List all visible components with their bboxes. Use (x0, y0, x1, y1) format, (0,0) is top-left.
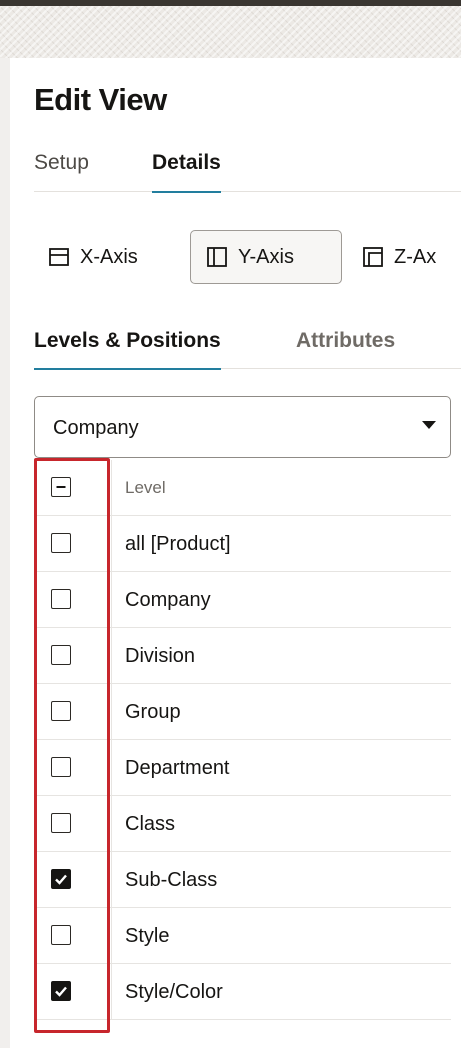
checkmark-icon (55, 874, 67, 885)
level-label: Class (125, 813, 176, 835)
y-axis-button[interactable]: Y-Axis (190, 230, 342, 284)
list-item[interactable]: all [Product] (34, 516, 451, 572)
level-checkbox[interactable] (51, 813, 71, 833)
list-item[interactable]: Division (34, 628, 451, 684)
page-title: Edit View (34, 82, 167, 117)
list-item[interactable]: Class (34, 796, 451, 852)
levels-header-row: Level (34, 460, 451, 516)
level-column-header: Level (125, 478, 166, 497)
level-checkbox[interactable] (51, 701, 71, 721)
level-label: Department (125, 757, 230, 779)
select-all-checkbox[interactable] (51, 477, 71, 497)
label-cell: Level (112, 460, 451, 516)
z-axis-icon (363, 247, 383, 267)
list-item[interactable]: Group (34, 684, 451, 740)
caret-down-icon[interactable] (422, 421, 436, 429)
header-background-texture (0, 6, 461, 58)
tab-attributes[interactable]: Attributes (296, 323, 395, 369)
level-subtabs: Levels & Positions Attributes (34, 323, 461, 370)
hierarchy-select[interactable]: Company (34, 396, 451, 458)
axis-selector: X-Axis Y-Axis Z-Ax (34, 230, 461, 284)
level-checkbox[interactable] (51, 589, 71, 609)
level-label: Company (125, 589, 211, 611)
x-axis-button[interactable]: X-Axis (34, 230, 174, 284)
level-checkbox[interactable] (51, 925, 71, 945)
level-checkbox[interactable] (51, 869, 71, 889)
left-gutter (0, 58, 10, 1048)
level-label: Sub-Class (125, 869, 218, 891)
edit-view-panel: Edit View Setup Details X-Axis Y-Axis Z-… (10, 58, 461, 1048)
list-item[interactable]: Company (34, 572, 451, 628)
y-axis-label: Y-Axis (238, 245, 294, 268)
level-checkbox[interactable] (51, 757, 71, 777)
x-axis-label: X-Axis (80, 245, 138, 268)
tab-details[interactable]: Details (152, 148, 221, 193)
level-checkbox[interactable] (51, 533, 71, 553)
y-axis-icon (207, 247, 227, 267)
levels-list: Level all [Product] Company Division Gro… (34, 460, 451, 1048)
z-axis-button[interactable]: Z-Ax (352, 230, 461, 284)
list-item[interactable]: Department (34, 740, 451, 796)
level-checkbox[interactable] (51, 981, 71, 1001)
list-item[interactable]: Sub-Class (34, 852, 451, 908)
z-axis-label: Z-Ax (394, 245, 437, 268)
tab-setup[interactable]: Setup (34, 148, 89, 192)
tab-levels-positions[interactable]: Levels & Positions (34, 323, 221, 370)
level-checkbox[interactable] (51, 645, 71, 665)
checkbox-cell (34, 460, 112, 516)
level-label: Group (125, 701, 181, 723)
indeterminate-dash-icon (56, 486, 66, 488)
main-tabs: Setup Details (34, 148, 461, 193)
list-item[interactable]: Style (34, 908, 451, 964)
x-axis-icon (49, 248, 69, 266)
level-label: all [Product] (125, 533, 231, 555)
checkmark-icon (55, 986, 67, 997)
level-label: Style (125, 925, 170, 947)
hierarchy-select-value: Company (53, 417, 139, 439)
level-label: Style/Color (125, 981, 223, 1003)
list-item[interactable]: Style/Color (34, 964, 451, 1020)
level-label: Division (125, 645, 196, 667)
